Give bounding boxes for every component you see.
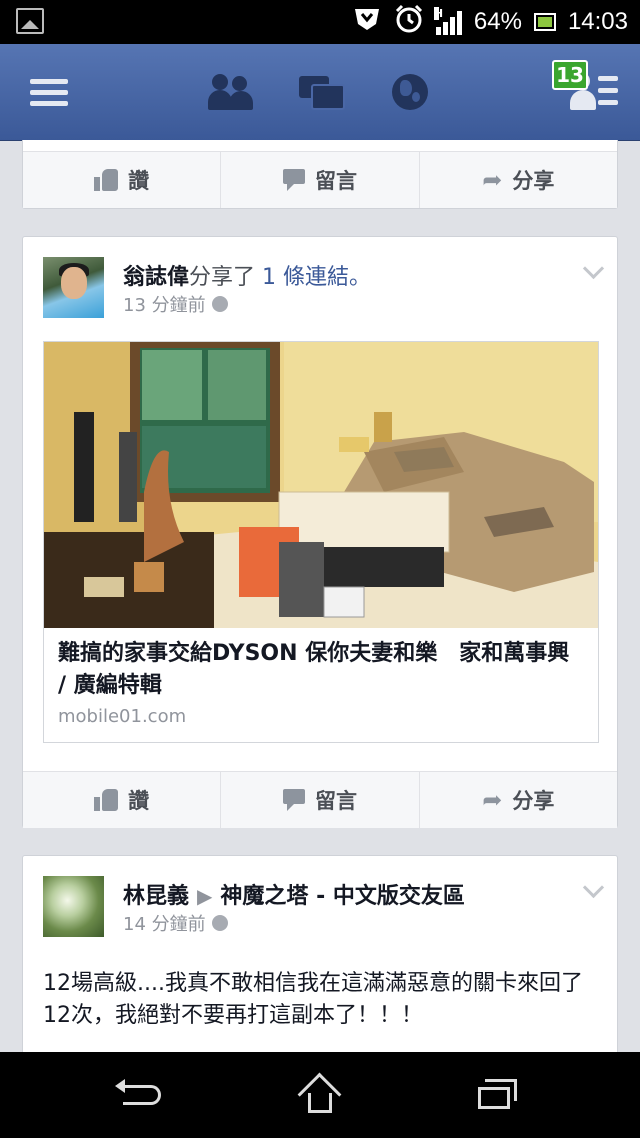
post-card: 林昆義 ▶ 神魔之塔 - 中文版交友區 14 分鐘前 12場高級....我真不敢相信…	[22, 855, 618, 1075]
system-nav-bar	[0, 1052, 640, 1138]
friend-requests-icon[interactable]	[566, 44, 622, 140]
share-label: 分享	[512, 169, 555, 193]
action-bar: 讚 留言 ➦ 分享	[23, 771, 617, 828]
thumbs-up-icon	[94, 169, 119, 191]
post-verb: 分享了	[189, 265, 256, 290]
timestamp-text: 14 分鐘前	[123, 914, 206, 935]
post-timestamp[interactable]: 13 分鐘前	[123, 291, 228, 317]
menu-icon[interactable]	[24, 44, 74, 140]
post-timestamp[interactable]: 14 分鐘前	[123, 910, 228, 936]
public-globe-icon	[211, 915, 228, 931]
link-count[interactable]: 1 條連結。	[262, 265, 371, 290]
battery-percent: 64%	[473, 8, 522, 35]
link-domain: mobile01.com	[58, 706, 187, 727]
share-button[interactable]: ➦ 分享	[418, 772, 617, 828]
post-text: 12場高級....我真不敢相信我在這滿滿惡意的關卡來回了12次，我絕對不要再打這…	[43, 971, 583, 1028]
gallery-icon	[16, 8, 44, 34]
public-globe-icon	[211, 296, 228, 312]
top-nav-bar	[0, 44, 640, 141]
comment-button[interactable]: 留言	[220, 772, 418, 828]
author-name[interactable]: 翁誌偉	[123, 265, 189, 290]
post-header: 翁誌偉分享了 1 條連結。	[123, 259, 371, 291]
download-icon	[352, 6, 382, 38]
avatar[interactable]	[43, 876, 104, 937]
battery-icon	[533, 13, 556, 31]
post-card: 翁誌偉分享了 1 條連結。 13 分鐘前 難搞的家事交給DYSON 保你夫妻和樂…	[22, 236, 618, 828]
comment-icon	[282, 789, 305, 811]
post-header: 林昆義 ▶ 神魔之塔 - 中文版交友區	[123, 878, 465, 910]
back-icon[interactable]	[92, 1052, 192, 1138]
arrow-right-icon: ▶	[197, 884, 213, 908]
messages-icon[interactable]	[296, 44, 346, 140]
alarm-clock-icon	[394, 4, 424, 40]
comment-label: 留言	[314, 789, 357, 813]
comment-label: 留言	[314, 169, 357, 193]
chevron-down-icon[interactable]	[582, 257, 605, 280]
clock: 14:03	[567, 8, 628, 35]
like-button[interactable]: 讚	[23, 152, 220, 208]
signal-icon: H	[433, 7, 462, 35]
timestamp-text: 13 分鐘前	[123, 295, 206, 316]
share-label: 分享	[512, 789, 555, 813]
friend-requests-badge: 13	[552, 60, 588, 90]
share-arrow-icon: ➦	[482, 786, 503, 814]
avatar[interactable]	[43, 257, 104, 318]
like-label: 讚	[128, 789, 150, 813]
like-label: 讚	[128, 169, 150, 193]
comment-icon	[282, 169, 305, 191]
group-name[interactable]: 神魔之塔 - 中文版交友區	[220, 884, 464, 909]
friends-icon[interactable]	[204, 44, 260, 140]
home-icon[interactable]	[270, 1052, 370, 1138]
recent-apps-icon[interactable]	[448, 1052, 548, 1138]
link-image	[44, 342, 598, 628]
thumbs-up-icon	[94, 789, 119, 811]
link-title[interactable]: 難搞的家事交給DYSON 保你夫妻和樂 家和萬事興 / 廣編特輯	[58, 638, 584, 702]
chevron-down-icon[interactable]	[582, 876, 605, 899]
action-bar: 讚 留言 ➦ 分享	[23, 151, 617, 208]
link-preview[interactable]: 難搞的家事交給DYSON 保你夫妻和樂 家和萬事興 / 廣編特輯 mobile0…	[43, 341, 599, 743]
like-button[interactable]: 讚	[23, 772, 220, 828]
status-bar: H 64% 14:03	[0, 0, 640, 44]
share-arrow-icon: ➦	[482, 166, 503, 194]
share-button[interactable]: ➦ 分享	[418, 152, 617, 208]
comment-button[interactable]: 留言	[220, 152, 418, 208]
post-card-previous: 讚 留言 ➦ 分享	[22, 140, 618, 209]
author-name[interactable]: 林昆義	[123, 884, 189, 909]
notifications-globe-icon[interactable]	[388, 44, 432, 140]
